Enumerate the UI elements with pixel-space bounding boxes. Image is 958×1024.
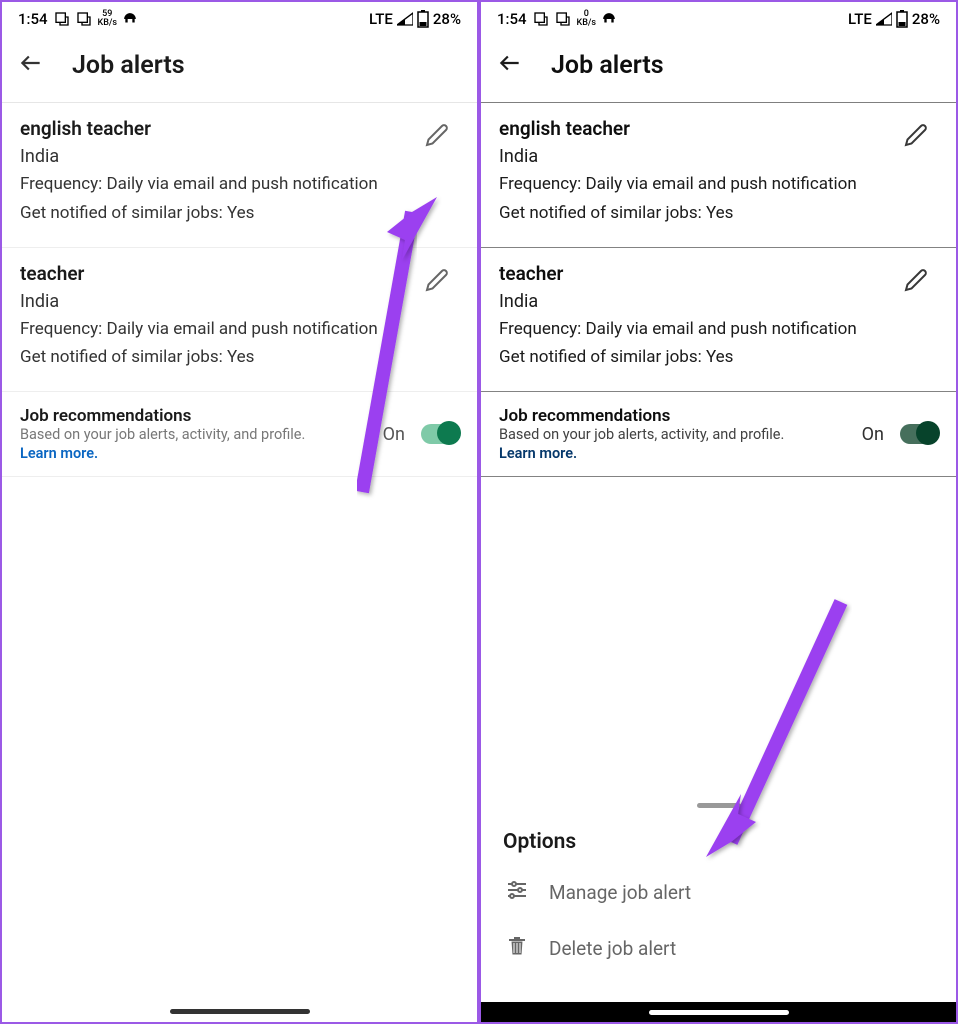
trash-icon xyxy=(505,934,529,962)
alert-title: english teacher xyxy=(499,117,938,140)
page-title: Job alerts xyxy=(72,51,185,80)
option-label: Manage job alert xyxy=(549,881,691,904)
recommendations-toggle[interactable] xyxy=(900,424,938,444)
alert-location: India xyxy=(20,146,459,167)
alert-notify: Get notified of similar jobs: Yes xyxy=(20,202,459,226)
toggle-state-label: On xyxy=(862,424,884,445)
signal-icon xyxy=(397,12,413,26)
data-speed: 0 KB/s xyxy=(577,10,597,28)
alert-notify: Get notified of similar jobs: Yes xyxy=(499,202,938,226)
alert-notify: Get notified of similar jobs: Yes xyxy=(20,346,459,370)
job-alert-item[interactable]: english teacher India Frequency: Daily v… xyxy=(481,103,956,248)
battery-percent: 28% xyxy=(912,10,940,28)
screenshot-icon-2 xyxy=(555,11,571,27)
job-alert-item[interactable]: teacher India Frequency: Daily via email… xyxy=(2,248,477,393)
job-alert-item[interactable]: teacher India Frequency: Daily via email… xyxy=(481,248,956,393)
battery-icon xyxy=(417,10,429,28)
recommendations-subtitle: Based on your job alerts, activity, and … xyxy=(499,426,862,443)
sheet-title: Options xyxy=(481,824,956,864)
recommendations-toggle[interactable] xyxy=(421,424,459,444)
home-indicator[interactable] xyxy=(649,1010,789,1015)
alert-frequency: Frequency: Daily via email and push noti… xyxy=(20,173,459,197)
network-label: LTE xyxy=(848,10,872,28)
recommendations-title: Job recommendations xyxy=(499,406,862,426)
alert-frequency: Frequency: Daily via email and push noti… xyxy=(499,173,938,197)
learn-more-link[interactable]: Learn more. xyxy=(20,445,98,462)
battery-percent: 28% xyxy=(433,10,461,28)
options-bottom-sheet: Options Manage job alert Delete job aler… xyxy=(481,789,956,1002)
screenshot-icon xyxy=(54,11,70,27)
alert-frequency: Frequency: Daily via email and push noti… xyxy=(499,318,938,342)
phone-screen-right: 1:54 0 KB/s LTE xyxy=(479,0,958,1024)
back-button[interactable] xyxy=(497,50,523,80)
status-bar: 1:54 0 KB/s LTE xyxy=(481,2,956,32)
manage-job-alert-option[interactable]: Manage job alert xyxy=(481,864,956,920)
data-speed: 59 KB/s xyxy=(98,10,118,28)
alert-location: India xyxy=(20,291,459,312)
screenshot-icon xyxy=(533,11,549,27)
sheet-drag-handle[interactable] xyxy=(697,803,741,808)
alert-location: India xyxy=(499,146,938,167)
learn-more-link[interactable]: Learn more. xyxy=(499,445,577,462)
edit-icon[interactable] xyxy=(904,268,928,296)
signal-icon xyxy=(876,12,892,26)
headphones-icon xyxy=(602,12,616,26)
alert-title: english teacher xyxy=(20,117,459,140)
job-recommendations-row: Job recommendations Based on your job al… xyxy=(2,392,477,477)
edit-icon[interactable] xyxy=(425,268,449,296)
app-header: Job alerts xyxy=(481,32,956,103)
option-label: Delete job alert xyxy=(549,937,676,960)
alert-title: teacher xyxy=(20,262,459,285)
delete-job-alert-option[interactable]: Delete job alert xyxy=(481,920,956,976)
alert-frequency: Frequency: Daily via email and push noti… xyxy=(20,318,459,342)
alert-notify: Get notified of similar jobs: Yes xyxy=(499,346,938,370)
status-time: 1:54 xyxy=(18,10,48,28)
page-title: Job alerts xyxy=(551,51,664,80)
recommendations-title: Job recommendations xyxy=(20,406,383,426)
network-label: LTE xyxy=(369,10,393,28)
app-header: Job alerts xyxy=(2,32,477,103)
phone-screen-left: 1:54 59 KB/s LTE xyxy=(0,0,479,1024)
alert-location: India xyxy=(499,291,938,312)
job-recommendations-row: Job recommendations Based on your job al… xyxy=(481,392,956,477)
status-bar: 1:54 59 KB/s LTE xyxy=(2,2,477,32)
edit-icon[interactable] xyxy=(425,123,449,151)
alert-title: teacher xyxy=(499,262,938,285)
back-button[interactable] xyxy=(18,50,44,80)
recommendations-subtitle: Based on your job alerts, activity, and … xyxy=(20,426,383,443)
status-time: 1:54 xyxy=(497,10,527,28)
screenshot-icon-2 xyxy=(76,11,92,27)
toggle-state-label: On xyxy=(383,424,405,445)
home-indicator[interactable] xyxy=(170,1009,310,1014)
job-alert-item[interactable]: english teacher India Frequency: Daily v… xyxy=(2,103,477,248)
battery-icon xyxy=(896,10,908,28)
sliders-icon xyxy=(505,878,529,906)
headphones-icon xyxy=(123,12,137,26)
edit-icon[interactable] xyxy=(904,123,928,151)
